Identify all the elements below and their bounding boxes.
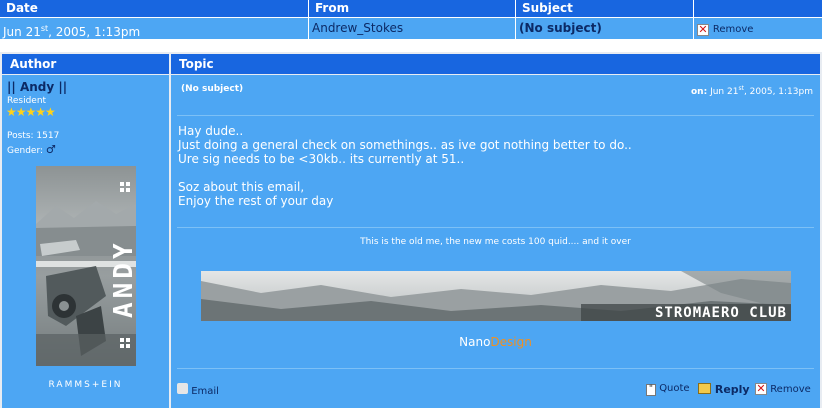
actions-divider	[177, 368, 814, 369]
banner-text: STROMAERO CLUB	[655, 305, 787, 321]
avatar-text: ANDY	[109, 239, 136, 318]
post-header-divider	[177, 115, 814, 116]
rank-stars-icon: ★★★★★	[6, 105, 56, 119]
delete-icon: ✕	[755, 382, 767, 395]
email-label: Email	[191, 386, 219, 397]
signature-banner: STROMAERO CLUB	[201, 271, 791, 321]
post-body: Hay dude.. Just doing a general check on…	[178, 124, 632, 208]
reply-icon	[698, 383, 711, 394]
inbox-header-date: Date	[0, 0, 309, 17]
author-panel: || Andy || Resident ★★★★★ Posts: 1517 Ge…	[2, 75, 169, 408]
inbox-header-from: From	[309, 0, 516, 17]
message-sender-link[interactable]: Andrew_Stokes	[309, 18, 516, 39]
remove-post-button[interactable]: ✕ Remove	[755, 383, 811, 395]
remove-label: Remove	[712, 24, 754, 35]
message-date: Jun 21st, 2005, 1:13pm	[0, 18, 309, 39]
quote-icon: "	[646, 384, 656, 396]
author-gender: Gender: ♂	[7, 143, 56, 156]
inbox-header-blank	[694, 0, 822, 17]
remove-label: Remove	[770, 384, 811, 395]
quote-label: Quote	[659, 383, 690, 394]
signature-credit: NanoDesign	[459, 335, 532, 349]
author-name-link[interactable]: || Andy ||	[7, 80, 67, 94]
remove-message-button[interactable]: ✕ Remove	[694, 18, 822, 39]
signature-text: This is the old me, the new me costs 100…	[360, 237, 631, 247]
message-subject-link[interactable]: (No subject)	[516, 18, 694, 39]
post-subject: (No subject)	[181, 84, 244, 94]
author-posts-count: Posts: 1517	[7, 131, 60, 141]
post-header-topic: Topic	[171, 54, 820, 74]
gender-label: Gender:	[7, 146, 44, 156]
signature-divider	[177, 227, 814, 228]
reply-label: Reply	[714, 383, 750, 396]
email-icon	[177, 383, 188, 394]
delete-icon: ✕	[697, 23, 709, 36]
post-date: on: Jun 21st, 2005, 1:13pm	[691, 85, 813, 97]
author-caption: RAMMS+EIN	[48, 380, 123, 390]
reply-button[interactable]: Reply	[698, 383, 750, 396]
topic-panel: (No subject) on: Jun 21st, 2005, 1:13pm …	[171, 75, 820, 408]
email-button[interactable]: Email	[177, 383, 219, 397]
inbox-header-subject: Subject	[516, 0, 694, 17]
avatar: ANDY	[36, 166, 136, 366]
male-icon: ♂	[45, 143, 56, 156]
quote-button[interactable]: " Quote	[646, 383, 690, 396]
post-header-author: Author	[2, 54, 169, 74]
